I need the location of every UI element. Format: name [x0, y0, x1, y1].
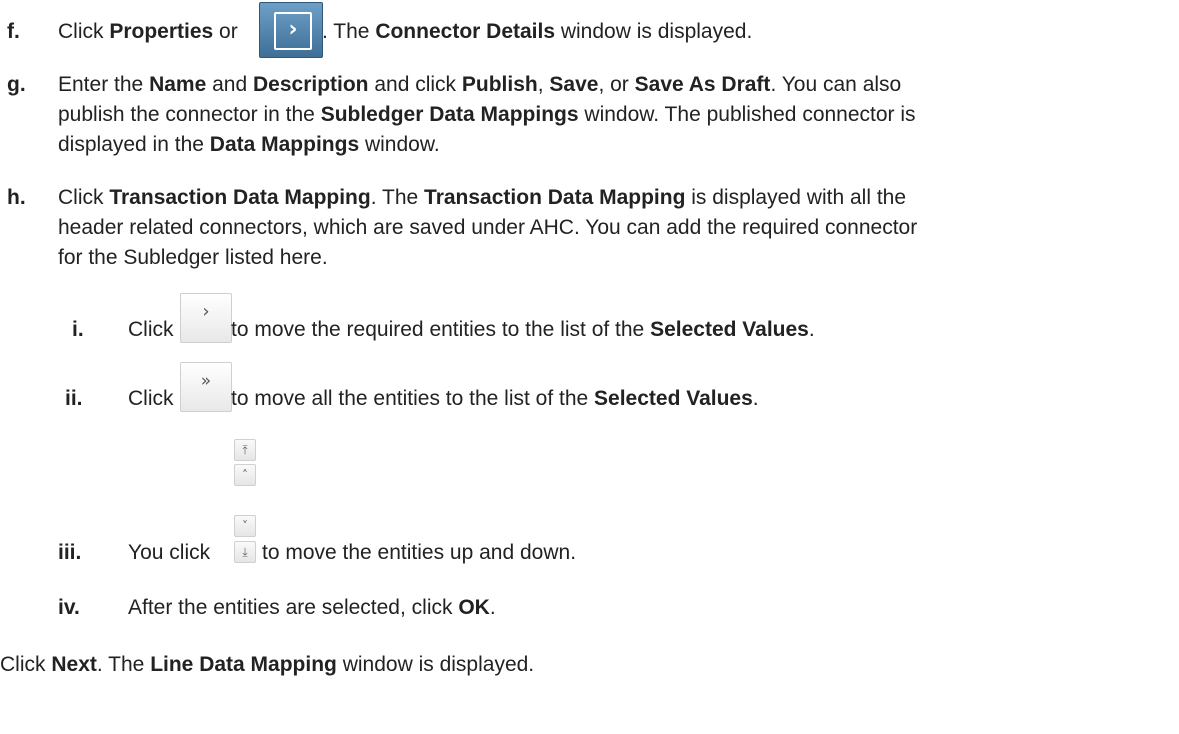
move-all-button[interactable]: » [180, 362, 232, 412]
step-g-line-3: displayed in the Data Mappings window. [58, 133, 440, 156]
move-to-bottom-button[interactable]: ⤓ [234, 541, 256, 563]
move-selected-button[interactable]: › [180, 293, 232, 343]
step-h-line-1: Click Transaction Data Mapping. The Tran… [58, 186, 907, 209]
step-f-text-cont: . The Connector Details window is displa… [322, 20, 753, 43]
step-g-line-1: Enter the Name and Description and click… [58, 73, 902, 96]
step-ii-click: Click [128, 387, 174, 410]
step-iii-text: to move the entities up and down. [262, 541, 577, 564]
step-f-text: Click Properties or [58, 20, 238, 43]
step-ii-text: to move all the entities to the list of … [231, 387, 759, 410]
step-g-line-2: publish the connector in the Subledger D… [58, 103, 916, 126]
step-iv-text: After the entities are selected, click O… [128, 596, 496, 619]
step-f-label: f. [7, 20, 20, 43]
step-h-label: h. [7, 186, 26, 209]
move-up-button[interactable]: ˄ [234, 464, 256, 486]
step-i-text: to move the required entities to the lis… [231, 318, 815, 341]
final-step-text: Click Next. The Line Data Mapping window… [0, 653, 535, 676]
step-h-line-3: for the Subledger listed here. [58, 246, 328, 269]
step-iv-label: iv. [58, 596, 80, 619]
move-to-top-icon: ⤒ [242, 443, 248, 457]
move-up-icon: ˄ [242, 468, 248, 482]
double-chevron-right-icon: » [200, 371, 212, 391]
move-to-top-button[interactable]: ⤒ [234, 439, 256, 461]
chevron-right-icon: › [274, 12, 312, 50]
move-to-bottom-icon: ⤓ [242, 545, 248, 559]
move-down-button[interactable]: ˅ [234, 515, 256, 537]
chevron-right-icon: › [202, 301, 210, 322]
step-h-line-2: header related connectors, which are sav… [58, 216, 918, 239]
step-iii-label: iii. [58, 541, 82, 564]
step-ii-label: ii. [65, 387, 83, 410]
step-i-click: Click [128, 318, 174, 341]
step-iii-click: You click [128, 541, 211, 564]
properties-button[interactable]: › [259, 2, 323, 58]
move-down-icon: ˅ [242, 519, 248, 533]
step-g-label: g. [7, 73, 26, 96]
step-i-label: i. [72, 318, 84, 341]
